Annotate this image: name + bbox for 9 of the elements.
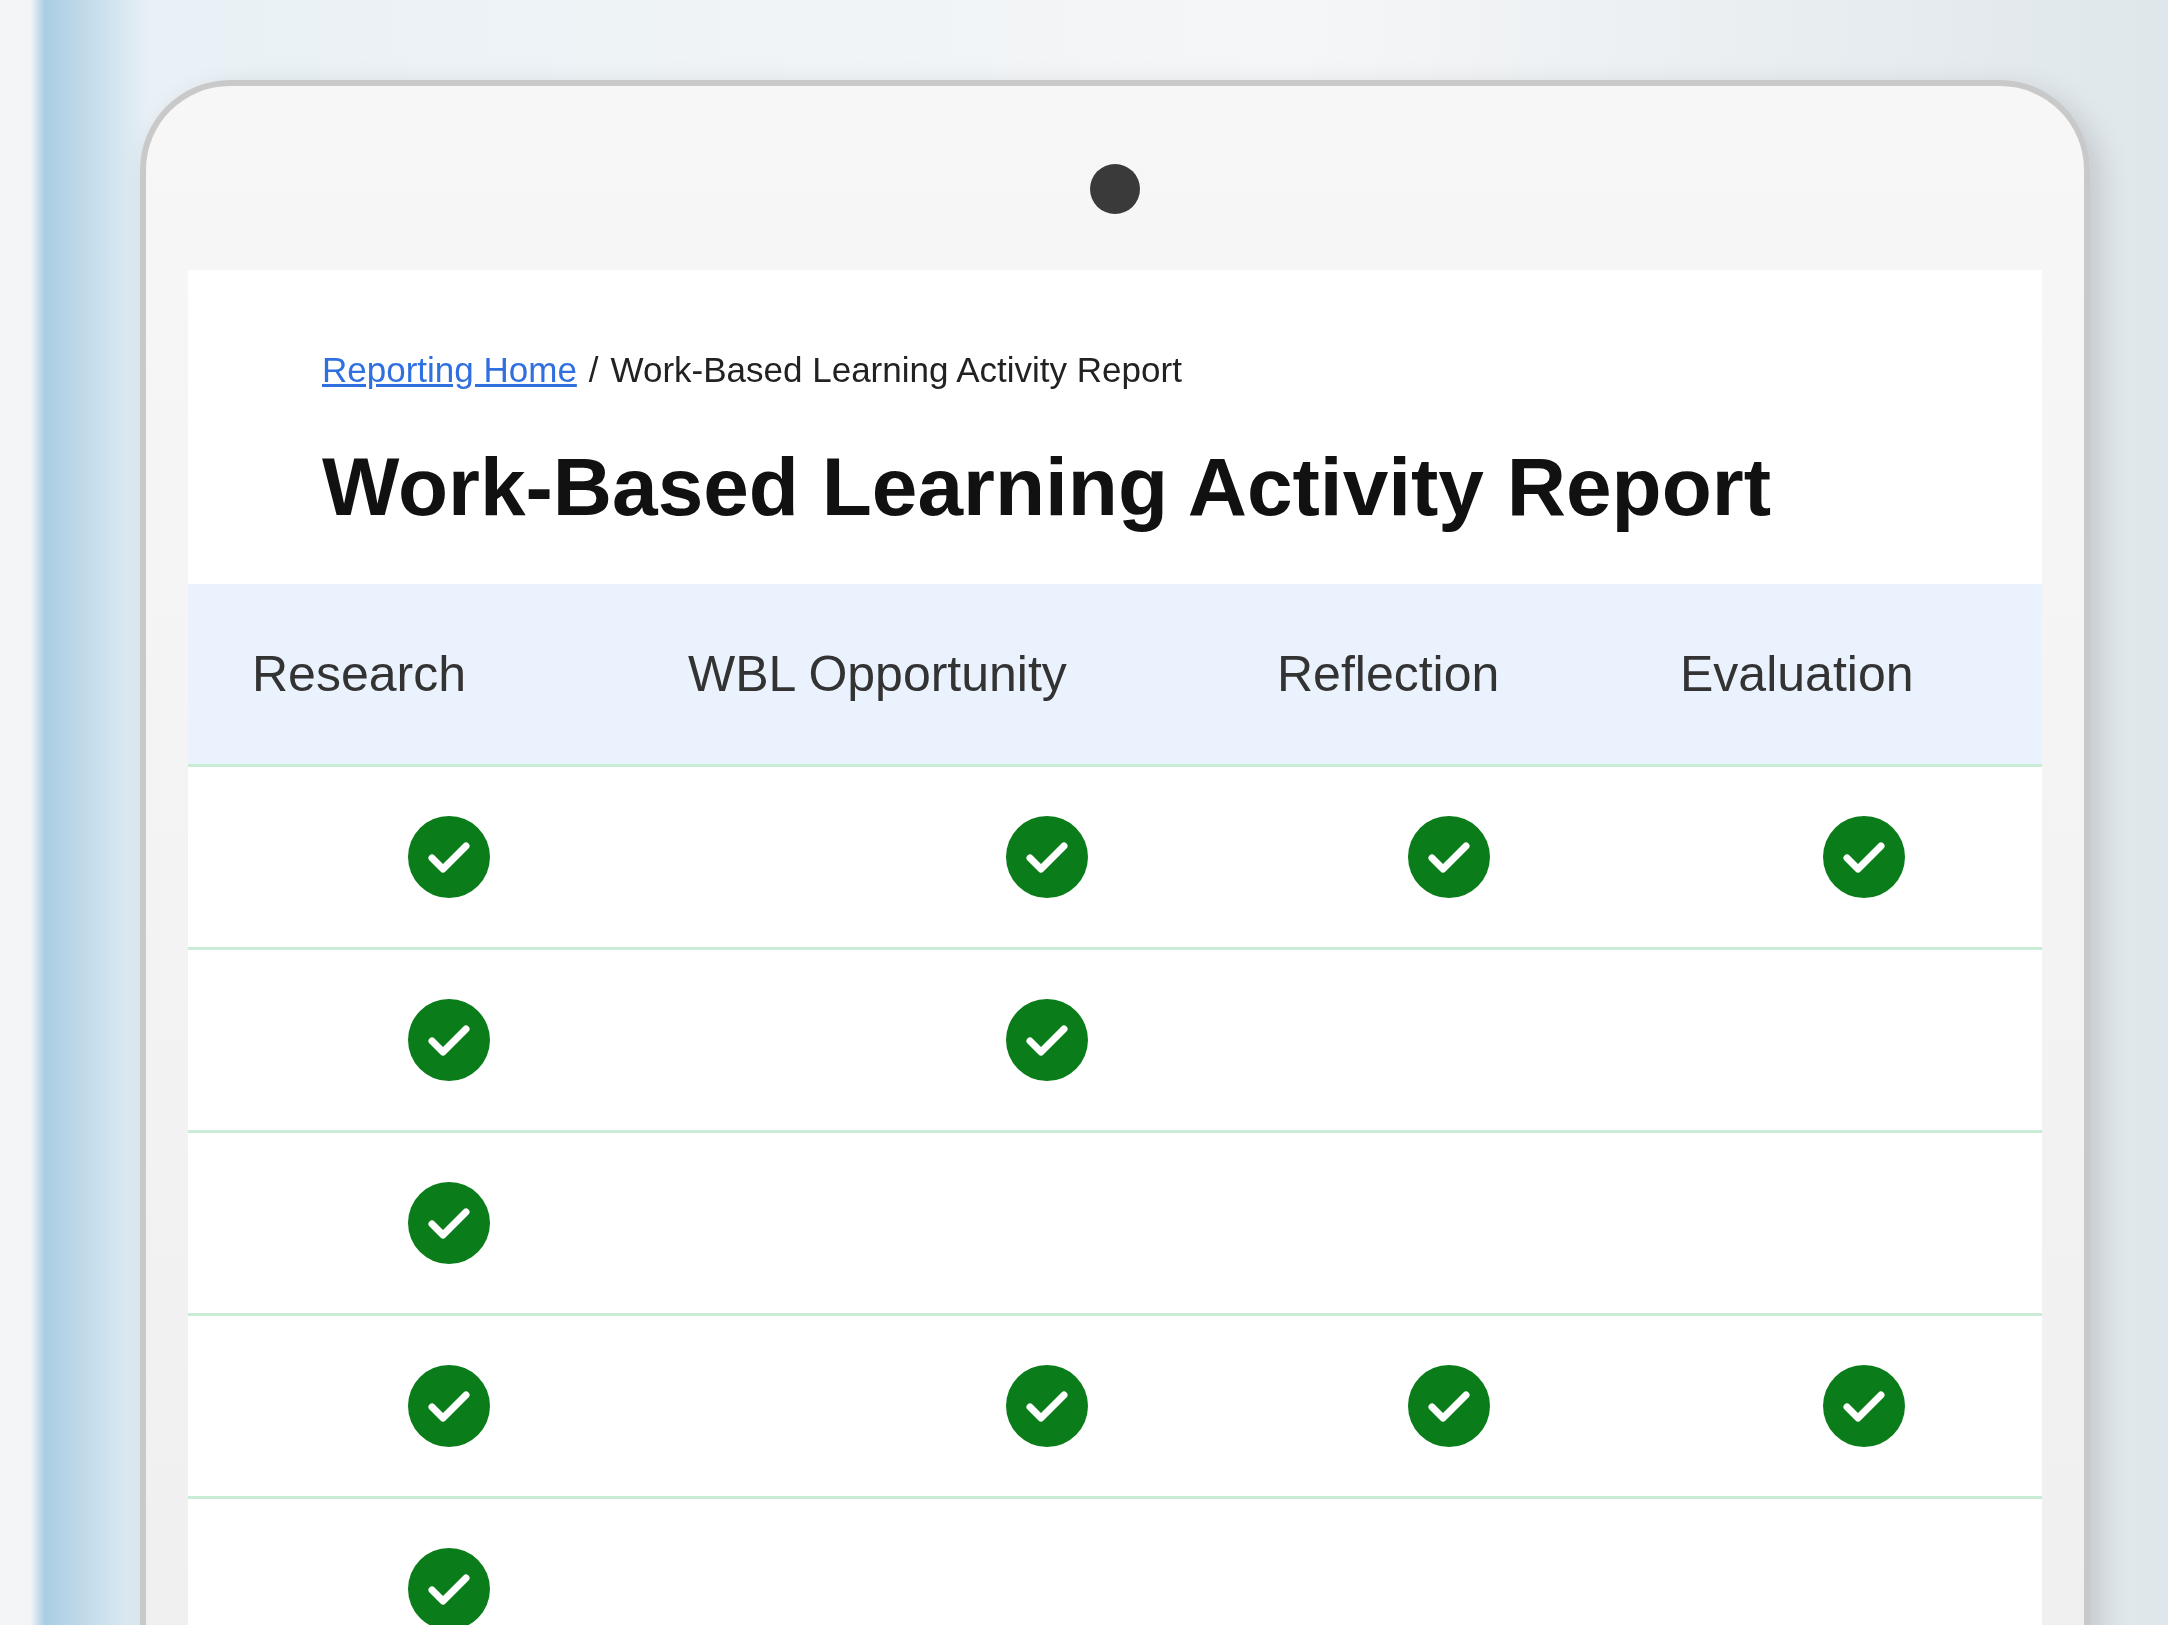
column-header: Reflection xyxy=(1250,584,1600,767)
column-header: Research xyxy=(188,584,620,767)
column-header: WBL Opportunity xyxy=(620,584,1250,767)
page-title: Work-Based Learning Activity Report xyxy=(322,440,1772,534)
breadcrumb-current: Work-Based Learning Activity Report xyxy=(610,350,1182,390)
breadcrumb-link[interactable]: Reporting Home xyxy=(322,350,577,390)
camera-icon xyxy=(1090,164,1140,214)
column-header: Evaluation xyxy=(1600,584,2042,767)
breadcrumb-separator: / xyxy=(588,350,599,390)
